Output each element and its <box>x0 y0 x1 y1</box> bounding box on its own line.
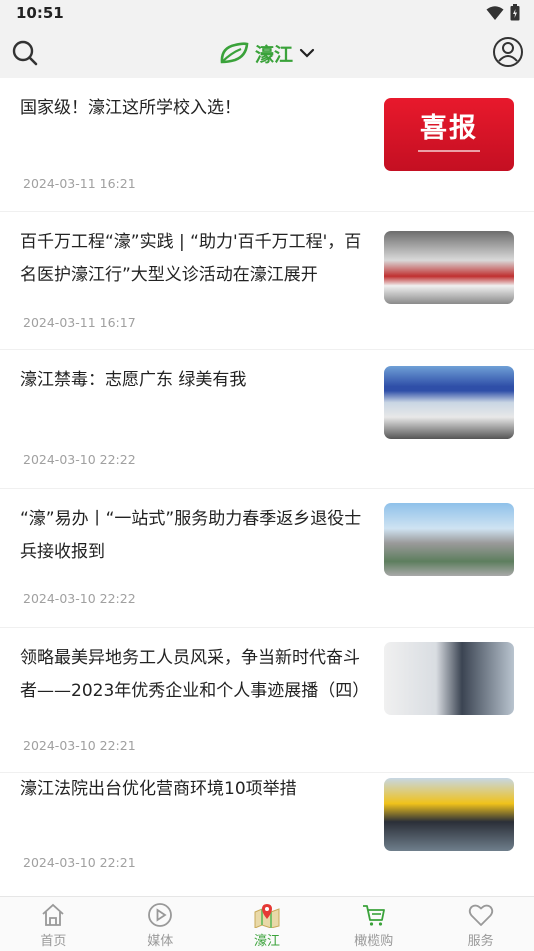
article-date: 2024-03-10 22:21 <box>23 738 136 753</box>
nav-item-home[interactable]: 首页 <box>0 897 107 951</box>
article-thumbnail <box>384 503 514 576</box>
wifi-icon <box>486 5 504 20</box>
article-thumbnail <box>384 642 514 715</box>
cart-icon <box>362 905 385 926</box>
thumbnail-decoration <box>418 150 480 162</box>
article-title: 百千万工程“濠”实践 | “助力'百千万工程'，百名医护濠江行”大型义诊活动在濠… <box>20 232 362 285</box>
status-bar: 10:51 <box>0 0 534 28</box>
article-date: 2024-03-10 22:22 <box>23 591 136 606</box>
article-date: 2024-03-11 16:17 <box>23 315 136 330</box>
nav-label: 媒体 <box>147 934 174 949</box>
nav-item-haojiang[interactable]: 濠江 <box>214 897 321 951</box>
nav-label: 服务 <box>467 934 494 949</box>
nav-item-service[interactable]: 服务 <box>427 897 534 951</box>
article-title: 领略最美异地务工人员风采，争当新时代奋斗者——2023年优秀企业和个人事迹展播（… <box>20 648 370 701</box>
region-selector[interactable]: 濠江 <box>0 38 534 68</box>
article-title: 濠江禁毒：志愿广东 绿美有我 <box>20 370 247 390</box>
article-item[interactable]: 濠江禁毒：志愿广东 绿美有我 2024-03-10 22:22 <box>0 350 534 489</box>
article-list: 国家级！濠江这所学校入选！ 2024-03-11 16:21 喜报 百千万工程“… <box>0 78 534 890</box>
article-thumbnail <box>384 366 514 439</box>
article-item[interactable]: “濠”易办丨“一站式”服务助力春季返乡退役士兵接收报到 2024-03-10 2… <box>0 489 534 628</box>
heart-icon <box>468 904 493 926</box>
home-icon <box>42 903 64 926</box>
article-title: 国家级！濠江这所学校入选！ <box>20 98 241 118</box>
thumbnail-caption: 喜报 <box>420 113 478 144</box>
chevron-down-icon <box>299 48 315 58</box>
article-item[interactable]: 领略最美异地务工人员风采，争当新时代奋斗者——2023年优秀企业和个人事迹展播（… <box>0 628 534 773</box>
article-title: “濠”易办丨“一站式”服务助力春季返乡退役士兵接收报到 <box>20 509 362 562</box>
article-date: 2024-03-10 22:22 <box>23 452 136 467</box>
status-icons <box>486 4 520 21</box>
nav-item-shop[interactable]: 橄榄购 <box>320 897 427 951</box>
top-bar: 濠江 <box>0 28 534 78</box>
article-date: 2024-03-11 16:21 <box>23 176 136 191</box>
article-thumbnail: 喜报 <box>384 98 514 171</box>
bottom-nav: 首页 媒体 濠江 橄榄购 服务 <box>0 896 534 951</box>
nav-label: 濠江 <box>253 934 280 949</box>
region-title: 濠江 <box>254 43 293 66</box>
article-item[interactable]: 濠江法院出台优化营商环境10项举措 2024-03-10 22:21 <box>0 773 534 890</box>
article-date: 2024-03-10 22:21 <box>23 855 136 870</box>
nav-label: 首页 <box>40 934 67 949</box>
article-title: 濠江法院出台优化营商环境10项举措 <box>20 779 297 799</box>
battery-icon <box>510 4 520 21</box>
play-icon <box>148 903 173 927</box>
article-thumbnail <box>384 231 514 304</box>
user-icon <box>493 37 523 67</box>
nav-item-media[interactable]: 媒体 <box>107 897 214 951</box>
article-item[interactable]: 国家级！濠江这所学校入选！ 2024-03-11 16:21 喜报 <box>0 78 534 212</box>
map-pin-icon <box>254 904 280 928</box>
nav-label: 橄榄购 <box>354 934 394 949</box>
article-thumbnail <box>384 778 514 851</box>
status-time: 10:51 <box>16 4 64 22</box>
leaf-icon <box>220 42 249 64</box>
profile-button[interactable] <box>492 36 524 68</box>
article-item[interactable]: 百千万工程“濠”实践 | “助力'百千万工程'，百名医护濠江行”大型义诊活动在濠… <box>0 212 534 350</box>
